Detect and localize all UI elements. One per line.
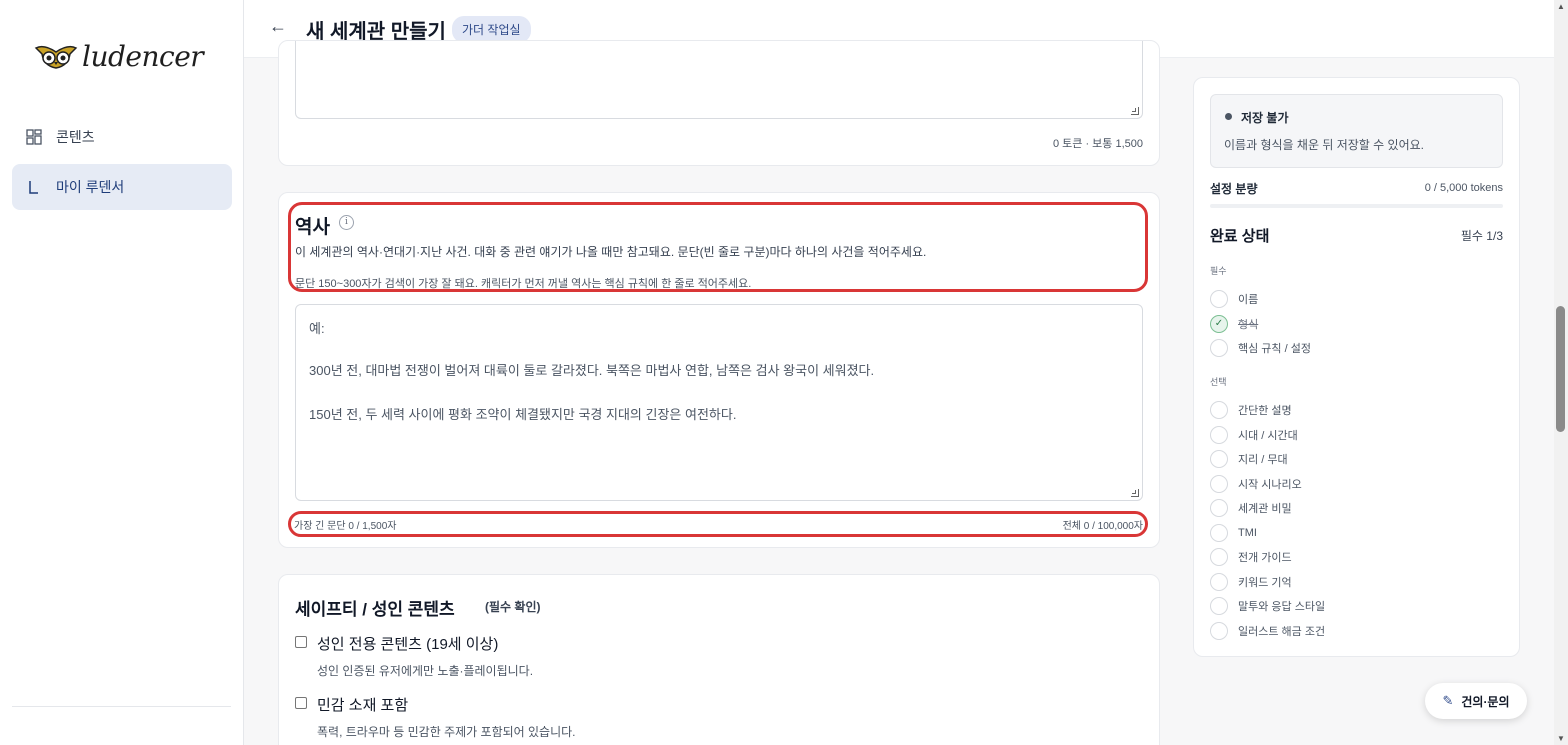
checklist-item[interactable]: ✓ 형식 (1210, 314, 1258, 334)
checklist-item-label: 세계관 비밀 (1238, 503, 1292, 515)
checklist-item-label: 간단한 설명 (1238, 405, 1292, 417)
option-label: 민감 소재 포함 (317, 697, 409, 714)
sidebar-item-my-ludencer[interactable]: 마이 루덴서 (12, 164, 232, 210)
empty-circle-icon (1210, 450, 1228, 468)
divider (12, 706, 231, 707)
empty-circle-icon (1210, 621, 1228, 640)
checklist-item[interactable]: 세계관 비밀 (1210, 498, 1292, 518)
scroll-up-icon[interactable]: ▲ (1557, 2, 1565, 11)
sidebar-item-label: 콘텐츠 (56, 129, 95, 145)
scroll-thumb[interactable] (1556, 306, 1565, 432)
checklist-item-label: 일러스트 해금 조건 (1238, 625, 1326, 638)
checklist-item-label: 형식 (1238, 318, 1259, 331)
adult-option[interactable]: 성인 전용 콘텐츠 (19세 이상) (295, 633, 498, 654)
history-textarea[interactable]: 예: 300년 전, 대마법 전쟁이 벌어져 대륙이 둘로 갈라졌다. 북쪽은 … (295, 304, 1143, 501)
resize-handle[interactable] (1131, 489, 1139, 497)
checklist-item[interactable]: 이름 (1210, 289, 1258, 309)
sidebar-item-contents[interactable]: 콘텐츠 (12, 114, 232, 160)
checklist-item[interactable]: 시대 / 시간대 (1210, 425, 1298, 445)
empty-circle-icon (1210, 499, 1228, 517)
save-status-box: 저장 불가 이름과 형식을 채운 뒤 저장할 수 있어요. (1210, 94, 1503, 168)
checklist-item[interactable]: 시작 시나리오 (1210, 474, 1302, 494)
empty-circle-icon (1210, 548, 1228, 566)
option-description: 폭력, 트라우마 등 민감한 주제가 포함되어 있습니다. (317, 725, 576, 739)
status-description: 이름과 형식을 채운 뒤 저장할 수 있어요. (1224, 138, 1424, 152)
section-title: 세이프티 / 성인 콘텐츠 (295, 600, 455, 619)
placeholder-line: 150년 전, 두 세력 사이에 평화 조약이 체결됐지만 국경 지대의 긴장은… (309, 407, 737, 422)
pencil-icon: ✎ (1442, 693, 1454, 708)
resize-handle[interactable] (1131, 107, 1139, 115)
prev-textarea[interactable] (295, 41, 1143, 119)
checklist-item[interactable]: 간단한 설명 (1210, 400, 1292, 420)
checklist-item-label: 핵심 규칙 / 설정 (1238, 343, 1311, 355)
feedback-label: 건의·문의 (1461, 694, 1510, 709)
placeholder-line: 300년 전, 대마법 전쟁이 벌어져 대륙이 둘로 갈라졌다. 북쪽은 마법사… (309, 363, 875, 378)
completion-count: 필수 1/3 (1460, 229, 1503, 243)
sensitive-option[interactable]: 민감 소재 포함 (295, 694, 408, 715)
sidebar: ludencer 콘텐츠 마이 루덴서 (0, 0, 244, 745)
checklist-item[interactable]: 말투와 응답 스타일 (1210, 596, 1325, 616)
owl-logo-icon (34, 45, 78, 69)
status-title: 저장 불가 (1241, 111, 1289, 125)
back-arrow-icon[interactable]: ← (266, 16, 290, 40)
status-badge: 가더 작업실 (452, 16, 531, 43)
empty-circle-icon (1210, 339, 1228, 357)
token-count: 0 토큰 · 보통 1,500 (1052, 138, 1143, 150)
l-bracket-icon (26, 179, 42, 195)
required-group-label: 필수 (1210, 266, 1227, 276)
checklist-item[interactable]: 지리 / 무대 (1210, 449, 1288, 469)
status-dot-icon (1225, 113, 1232, 120)
completion-title: 완료 상태 (1210, 228, 1270, 245)
prev-section-card: 0 토큰 · 보통 1,500 (278, 40, 1160, 166)
empty-circle-icon (1210, 597, 1228, 615)
empty-circle-icon (1210, 401, 1228, 419)
empty-circle-icon (1210, 474, 1228, 493)
option-description: 성인 인증된 유저에게만 노출·플레이됩니다. (317, 664, 534, 678)
checklist-item-label: 시대 / 시간대 (1238, 429, 1298, 442)
checklist-item[interactable]: 키워드 기억 (1210, 572, 1292, 592)
option-label: 성인 전용 콘텐츠 (19세 이상) (317, 636, 499, 653)
scrollbar[interactable]: ▲ ▼ (1554, 0, 1568, 745)
sidebar-item-label: 마이 루덴서 (56, 179, 125, 195)
placeholder-line: 예: (309, 321, 325, 336)
empty-circle-icon (1210, 290, 1228, 308)
checklist-item-label: 이름 (1238, 294, 1259, 306)
sensitive-checkbox[interactable] (295, 697, 307, 709)
checklist-item-label: 지리 / 무대 (1238, 454, 1288, 466)
empty-circle-icon (1210, 523, 1228, 542)
scroll-down-icon[interactable]: ▼ (1557, 734, 1565, 743)
checklist-item-label: 전개 가이드 (1238, 552, 1292, 564)
feedback-button[interactable]: ✎ 건의·문의 (1425, 683, 1527, 719)
empty-circle-icon (1210, 572, 1228, 591)
checklist-item[interactable]: TMI (1210, 523, 1257, 543)
checklist-item-label: TMI (1238, 526, 1257, 539)
check-circle-icon: ✓ (1210, 314, 1228, 333)
checklist-item-label: 시작 시나리오 (1238, 478, 1302, 491)
checklist-item-label: 키워드 기억 (1238, 576, 1292, 589)
checklist-item-label: 말투와 응답 스타일 (1238, 601, 1326, 613)
checklist-item[interactable]: 일러스트 해금 조건 (1210, 621, 1325, 641)
safety-card: 세이프티 / 성인 콘텐츠 (필수 확인) 성인 전용 콘텐츠 (19세 이상)… (278, 574, 1160, 745)
logo-text: ludencer (82, 40, 204, 73)
checklist-item[interactable]: 전개 가이드 (1210, 547, 1292, 567)
logo[interactable]: ludencer (34, 40, 204, 73)
checklist-item[interactable]: 핵심 규칙 / 설정 (1210, 338, 1311, 358)
status-panel: 저장 불가 이름과 형식을 채운 뒤 저장할 수 있어요. 설정 분량 0 / … (1193, 77, 1520, 657)
grid-icon (26, 129, 42, 145)
adult-checkbox[interactable] (295, 636, 307, 648)
progress-label: 설정 분량 (1210, 182, 1258, 196)
required-tag: (필수 확인) (485, 600, 541, 614)
progress-value: 0 / 5,000 tokens (1424, 182, 1503, 194)
empty-circle-icon (1210, 425, 1228, 444)
highlight-box (288, 202, 1148, 292)
optional-group-label: 선택 (1210, 377, 1227, 387)
highlight-box (288, 511, 1148, 537)
progress-bar (1210, 204, 1503, 208)
